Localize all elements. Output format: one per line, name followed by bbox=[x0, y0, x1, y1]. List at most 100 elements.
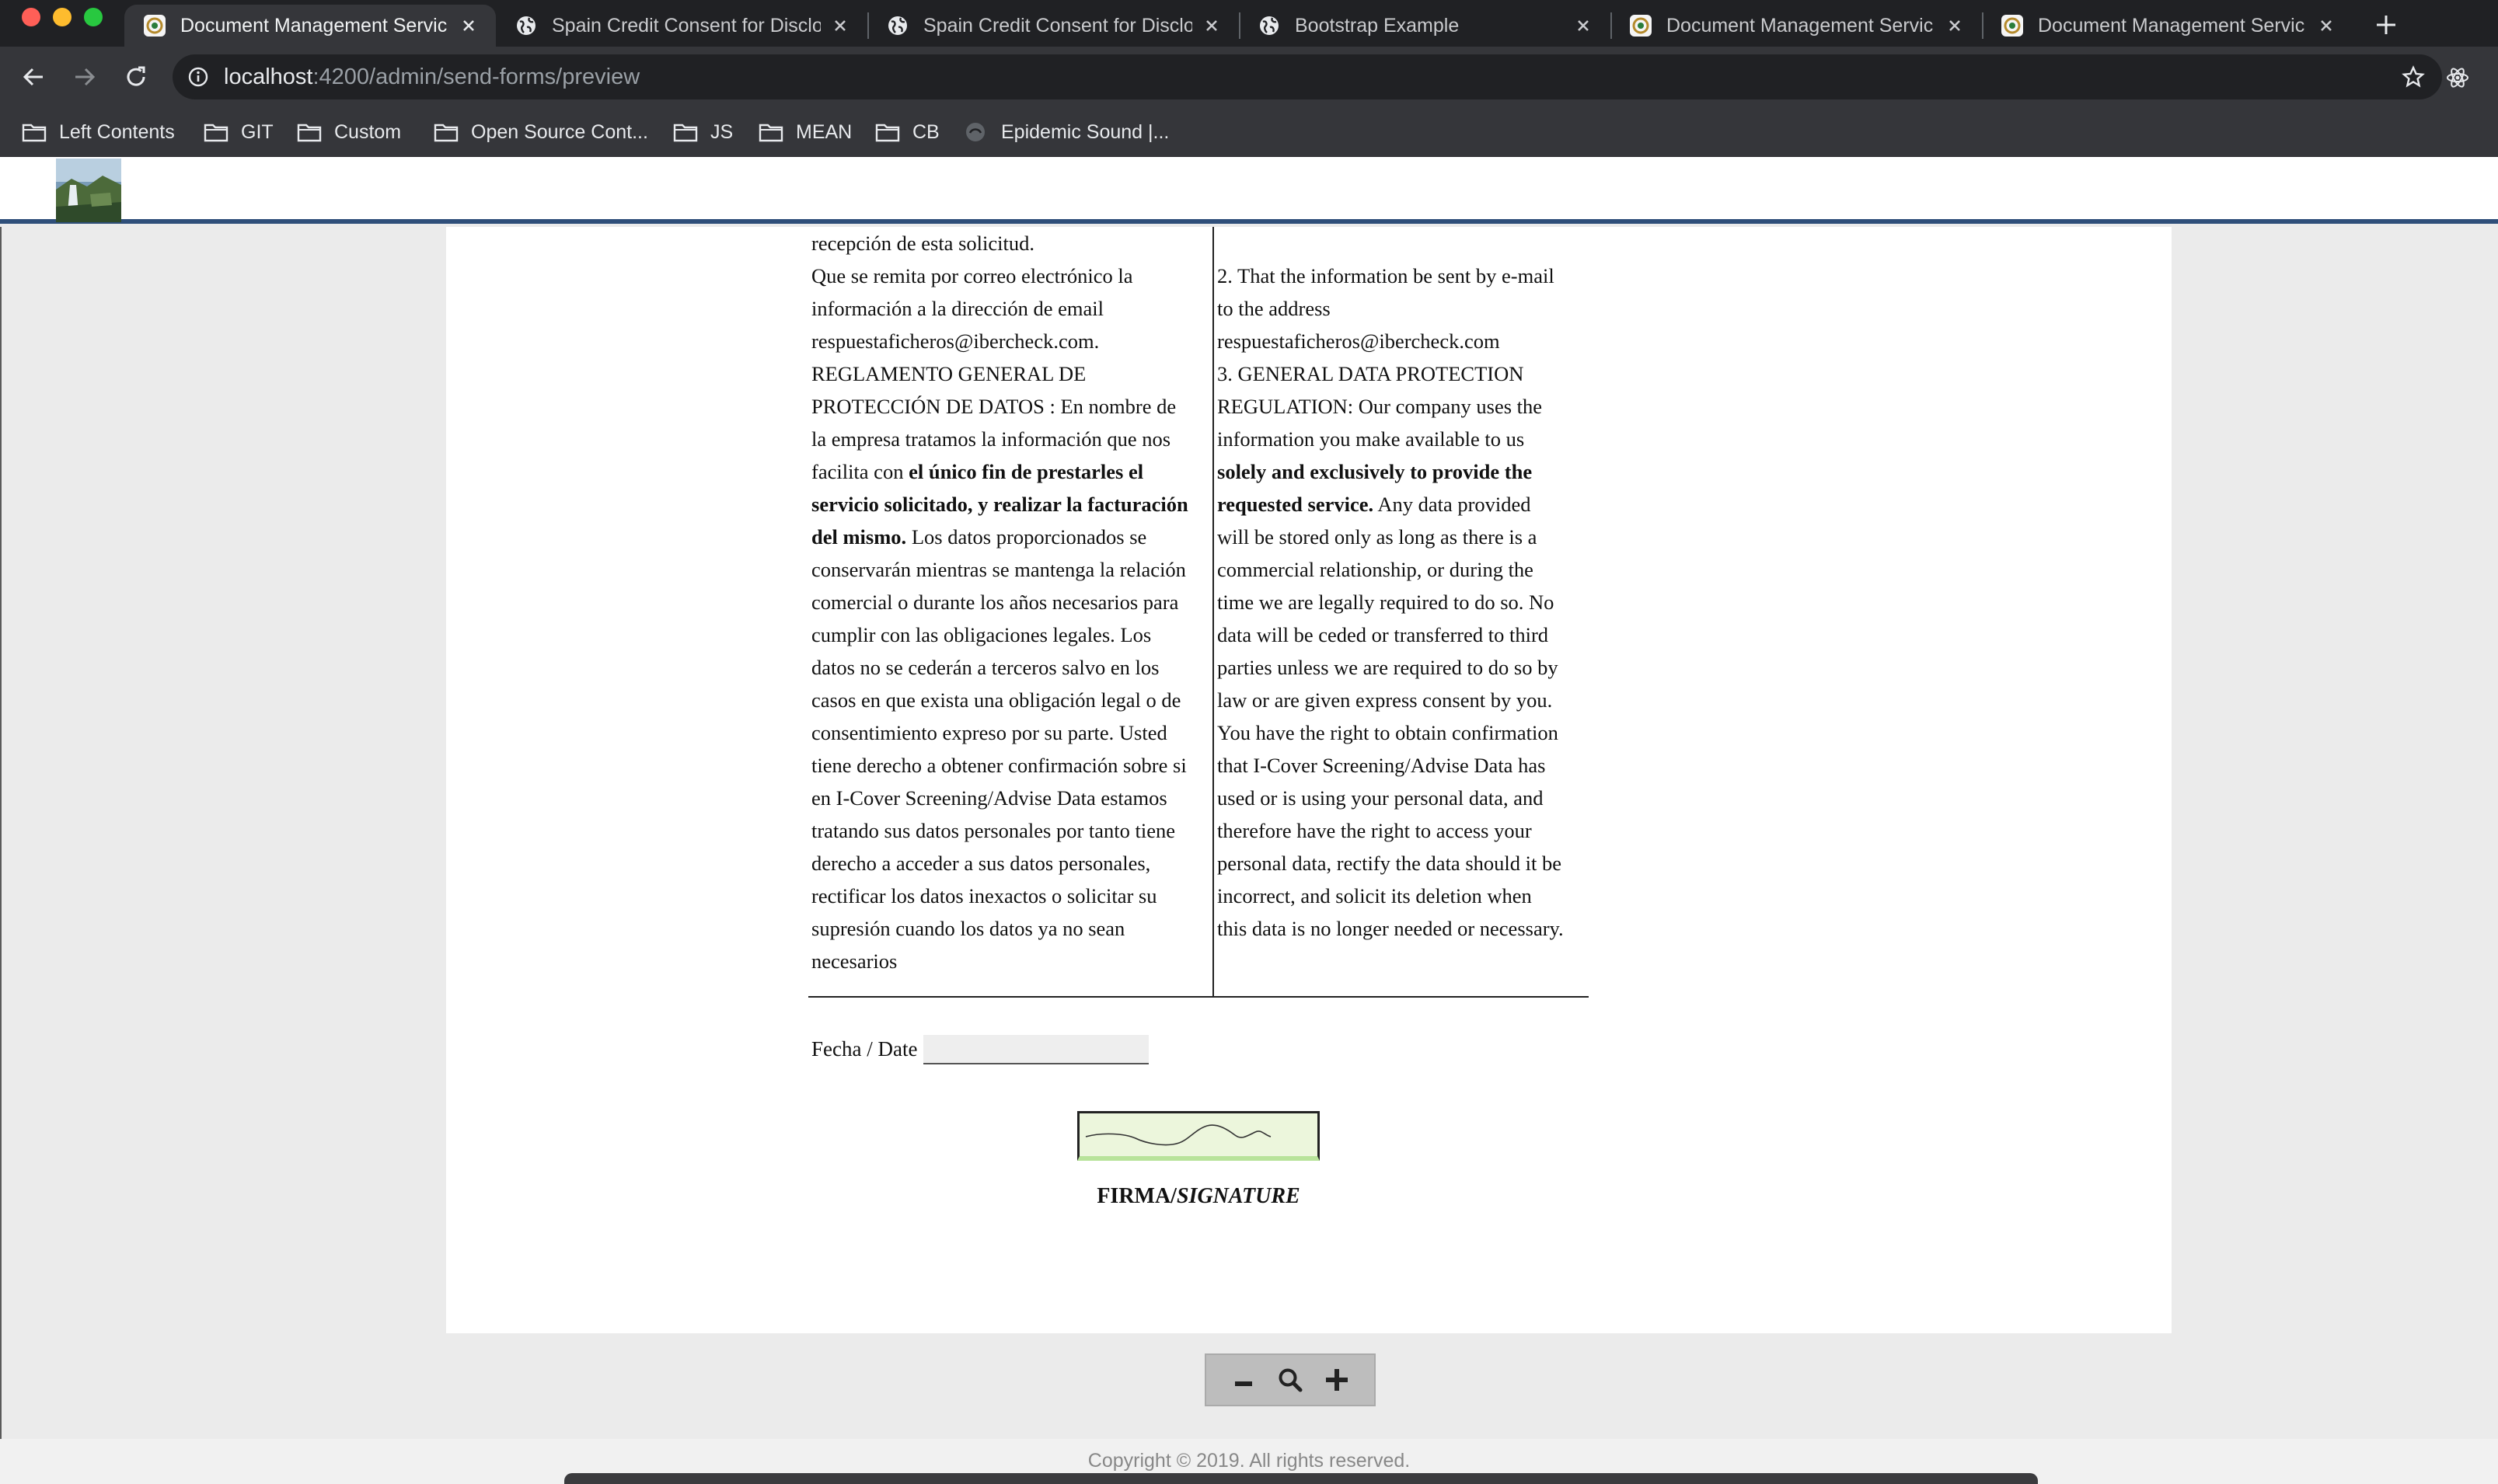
doc-line: derecho a acceder a sus datos personales… bbox=[811, 852, 1151, 875]
doc-line: REGULATION: Our company uses the bbox=[1217, 395, 1543, 418]
atom-icon bbox=[2447, 68, 2468, 88]
doc-line: that I-Cover Screening/Advise Data has bbox=[1217, 754, 1546, 777]
bookmark-label: JS bbox=[710, 120, 734, 143]
forward-button[interactable] bbox=[65, 57, 104, 96]
url-path: :4200/admin/send-forms/preview bbox=[312, 64, 640, 89]
doc-line: respuestaficheros@ibercheck.com. bbox=[811, 329, 1100, 353]
react-devtools-extension-button[interactable] bbox=[2440, 61, 2475, 95]
document-row-gdpr: REGLAMENTO GENERAL DE PROTECCIÓN DE DATO… bbox=[808, 357, 1589, 996]
close-icon[interactable] bbox=[1200, 14, 1223, 37]
arrow-right-icon bbox=[75, 68, 96, 86]
consent-document: recepción de esta solicitud. Que se remi… bbox=[808, 227, 1589, 998]
info-icon[interactable] bbox=[187, 65, 210, 89]
doc-line: 2. That the information be sent by e-mai… bbox=[1217, 264, 1554, 287]
document-row-tail: recepción de esta solicitud. bbox=[808, 227, 1589, 260]
globe-icon bbox=[1258, 14, 1281, 37]
doc-line: PROTECCIÓN DE DATOS : En nombre de bbox=[811, 395, 1177, 418]
app-logo-icon bbox=[1629, 14, 1652, 37]
minus-icon bbox=[1235, 1381, 1252, 1386]
tab-title: Spain Credit Consent for Disclo bbox=[923, 14, 1192, 37]
bookmarks-bar: Left Contents GIT Custom Open Source Con… bbox=[0, 107, 2498, 157]
folder-icon bbox=[673, 121, 700, 143]
zoom-reset-button[interactable] bbox=[1272, 1362, 1308, 1398]
doc-line: datos no se cederán a terceros salvo en … bbox=[811, 656, 1160, 679]
close-icon[interactable] bbox=[2315, 14, 2338, 37]
epidemic-sound-icon bbox=[964, 121, 990, 143]
tab-title: Spain Credit Consent for Disclo bbox=[552, 14, 821, 37]
folder-icon bbox=[759, 121, 785, 143]
doc-line: rectificar los datos inexactos o solicit… bbox=[811, 884, 1157, 907]
window-maximize-button[interactable] bbox=[84, 8, 103, 26]
app-header bbox=[0, 157, 2498, 224]
zoom-in-button[interactable] bbox=[1319, 1362, 1355, 1398]
globe-icon bbox=[886, 14, 909, 37]
doc-line: incorrect, and solicit its deletion when bbox=[1217, 884, 1532, 907]
bookmark-folder-left-contents[interactable]: Left Contents bbox=[22, 115, 175, 149]
folder-icon bbox=[204, 121, 230, 143]
tab-title: Bootstrap Example bbox=[1295, 14, 1460, 37]
bookmark-label: Open Source Cont... bbox=[471, 120, 648, 143]
signature-stroke bbox=[1085, 1124, 1272, 1146]
table-bottom-rule bbox=[808, 996, 1589, 998]
bookmark-folder-cb[interactable]: CB bbox=[875, 115, 940, 149]
doc-line: comercial o durante los años necesarios … bbox=[811, 590, 1179, 614]
bookmark-folder-git[interactable]: GIT bbox=[204, 115, 274, 149]
doc-line: used or is using your personal data, and bbox=[1217, 786, 1544, 810]
signature-pad[interactable] bbox=[1077, 1111, 1320, 1161]
os-dock bbox=[564, 1473, 2038, 1484]
browser-tab-6[interactable]: Document Management Servic bbox=[1982, 5, 2353, 47]
window-minimize-button[interactable] bbox=[53, 8, 72, 26]
address-bar[interactable]: localhost:4200/admin/send-forms/preview bbox=[173, 54, 2442, 99]
bookmark-folder-custom[interactable]: Custom bbox=[297, 115, 401, 149]
reload-button[interactable] bbox=[117, 57, 155, 96]
doc-line: information you make available to us bbox=[1217, 427, 1525, 451]
tab-title: Document Management Servic bbox=[180, 14, 448, 37]
browser-tab-5[interactable]: Document Management Servic bbox=[1610, 5, 1982, 47]
doc-line: supresión cuando los datos ya no sean bbox=[811, 917, 1125, 940]
browser-tab-3[interactable]: Spain Credit Consent for Disclo bbox=[867, 5, 1239, 47]
bookmark-star-icon[interactable] bbox=[2402, 65, 2425, 89]
window-close-button[interactable] bbox=[22, 8, 40, 26]
url-host: localhost bbox=[224, 64, 313, 89]
bookmark-epidemic-sound[interactable]: Epidemic Sound |... bbox=[964, 115, 1169, 149]
document-row-email: Que se remita por correo electrónico la … bbox=[808, 260, 1589, 357]
signature-label: FIRMA/SIGNATURE bbox=[1097, 1184, 1300, 1208]
english-column: 2. That the information be sent by e-mai… bbox=[1214, 260, 1587, 357]
company-logo[interactable] bbox=[56, 159, 121, 222]
close-icon[interactable] bbox=[829, 14, 852, 37]
doc-line: Que se remita por correo electrónico la bbox=[811, 264, 1133, 287]
doc-line: necesarios bbox=[811, 949, 898, 973]
bookmark-label: Left Contents bbox=[59, 120, 175, 143]
doc-line: información a la dirección de email bbox=[811, 297, 1104, 320]
doc-line: facilita con el único fin de prestarles … bbox=[811, 460, 1144, 483]
browser-tab-1[interactable]: Document Management Servic bbox=[124, 5, 496, 47]
bookmark-label: MEAN bbox=[796, 120, 853, 143]
doc-line: en I-Cover Screening/Advise Data estamos bbox=[811, 786, 1167, 810]
spanish-column: recepción de esta solicitud. bbox=[808, 227, 1214, 260]
close-icon[interactable] bbox=[1572, 14, 1595, 37]
bookmark-label: Custom bbox=[334, 120, 402, 143]
browser-tab-4[interactable]: Bootstrap Example bbox=[1239, 5, 1610, 47]
doc-line: solely and exclusively to provide the bbox=[1217, 460, 1533, 483]
bookmark-folder-open-source[interactable]: Open Source Cont... bbox=[434, 115, 648, 149]
zoom-out-button[interactable] bbox=[1226, 1362, 1261, 1398]
date-field-group: Fecha / Date bbox=[811, 1030, 1150, 1064]
doc-line: will be stored only as long as there is … bbox=[1217, 525, 1537, 549]
close-icon[interactable] bbox=[1943, 14, 1966, 37]
browser-tab-2[interactable]: Spain Credit Consent for Disclo bbox=[496, 5, 867, 47]
doc-line: data will be ceded or transferred to thi… bbox=[1217, 623, 1549, 646]
plus-icon bbox=[1326, 1369, 1348, 1391]
doc-line: conservarán mientras se mantenga la rela… bbox=[811, 558, 1186, 581]
app-logo-icon bbox=[143, 14, 166, 37]
bookmark-folder-js[interactable]: JS bbox=[673, 115, 733, 149]
arrow-left-icon bbox=[23, 68, 43, 86]
folder-icon bbox=[434, 121, 460, 143]
new-tab-button[interactable] bbox=[2369, 8, 2403, 42]
doc-line: commercial relationship, or during the bbox=[1217, 558, 1533, 581]
date-input[interactable] bbox=[923, 1035, 1150, 1064]
date-label: Fecha / Date bbox=[811, 1037, 918, 1061]
back-button[interactable] bbox=[14, 57, 53, 96]
close-icon[interactable] bbox=[457, 14, 480, 37]
bookmark-folder-mean[interactable]: MEAN bbox=[759, 115, 852, 149]
spanish-column: Que se remita por correo electrónico la … bbox=[808, 260, 1214, 357]
